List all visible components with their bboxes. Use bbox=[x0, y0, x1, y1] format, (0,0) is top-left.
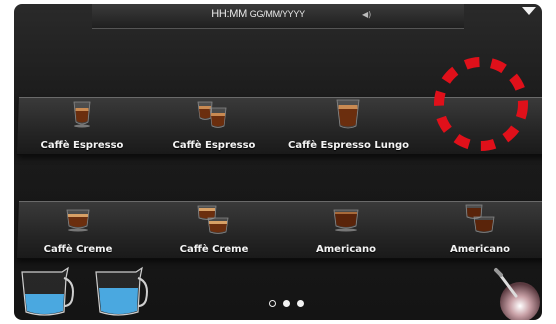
touch-screen: HH:MM GG/MM/YYYY ◀) Caffè Espresso Caffè… bbox=[14, 4, 542, 320]
page-dot[interactable] bbox=[269, 300, 276, 307]
beverage-label: Caffè Espresso bbox=[172, 140, 256, 151]
beverage-label: Americano bbox=[450, 244, 510, 255]
beverage-label: Caffè Creme bbox=[43, 244, 113, 255]
beverage-label: Caffè Espresso bbox=[40, 140, 124, 151]
steam-wand-icon[interactable] bbox=[492, 266, 542, 320]
highlight-circle[interactable] bbox=[432, 56, 530, 152]
status-bar: HH:MM GG/MM/YYYY ◀) bbox=[92, 4, 464, 29]
page-dot-active[interactable] bbox=[283, 300, 290, 307]
beverage-caffe-espresso-double[interactable]: Caffè Espresso bbox=[154, 96, 274, 151]
espresso-lungo-cup-icon bbox=[336, 99, 360, 129]
chevron-down-icon[interactable] bbox=[522, 7, 536, 15]
beverage-americano[interactable]: Americano bbox=[286, 200, 406, 255]
page-dot[interactable] bbox=[297, 300, 304, 307]
beverage-label: Americano bbox=[316, 244, 376, 255]
beverage-caffe-espresso[interactable]: Caffè Espresso bbox=[22, 96, 142, 151]
beverage-americano-double[interactable]: Americano bbox=[420, 200, 540, 255]
milk-pitcher-icon[interactable] bbox=[90, 264, 154, 320]
speaker-icon[interactable]: ◀) bbox=[362, 10, 371, 19]
milk-pitcher-icon[interactable] bbox=[16, 264, 80, 320]
date-text: GG/MM/YYYY bbox=[249, 9, 305, 19]
double-espresso-cup-icon bbox=[197, 101, 227, 128]
clock: HH:MM GG/MM/YYYY bbox=[92, 8, 424, 20]
device-frame: HH:MM GG/MM/YYYY ◀) Caffè Espresso Caffè… bbox=[0, 0, 556, 324]
time-text: HH:MM bbox=[211, 8, 247, 20]
beverage-caffe-espresso-lungo[interactable]: Caffè Espresso Lungo bbox=[288, 96, 410, 151]
double-americano-cup-icon bbox=[465, 204, 495, 233]
pagination bbox=[269, 292, 311, 311]
espresso-cup-icon bbox=[73, 101, 91, 128]
beverage-label: Caffè Espresso Lungo bbox=[288, 140, 410, 151]
creme-cup-icon bbox=[66, 209, 90, 232]
beverage-label: Caffè Creme bbox=[179, 244, 249, 255]
beverage-caffe-creme[interactable]: Caffè Creme bbox=[18, 200, 138, 255]
double-creme-cup-icon bbox=[197, 205, 229, 234]
beverage-caffe-creme-double[interactable]: Caffè Creme bbox=[154, 200, 274, 255]
americano-cup-icon bbox=[333, 209, 359, 232]
